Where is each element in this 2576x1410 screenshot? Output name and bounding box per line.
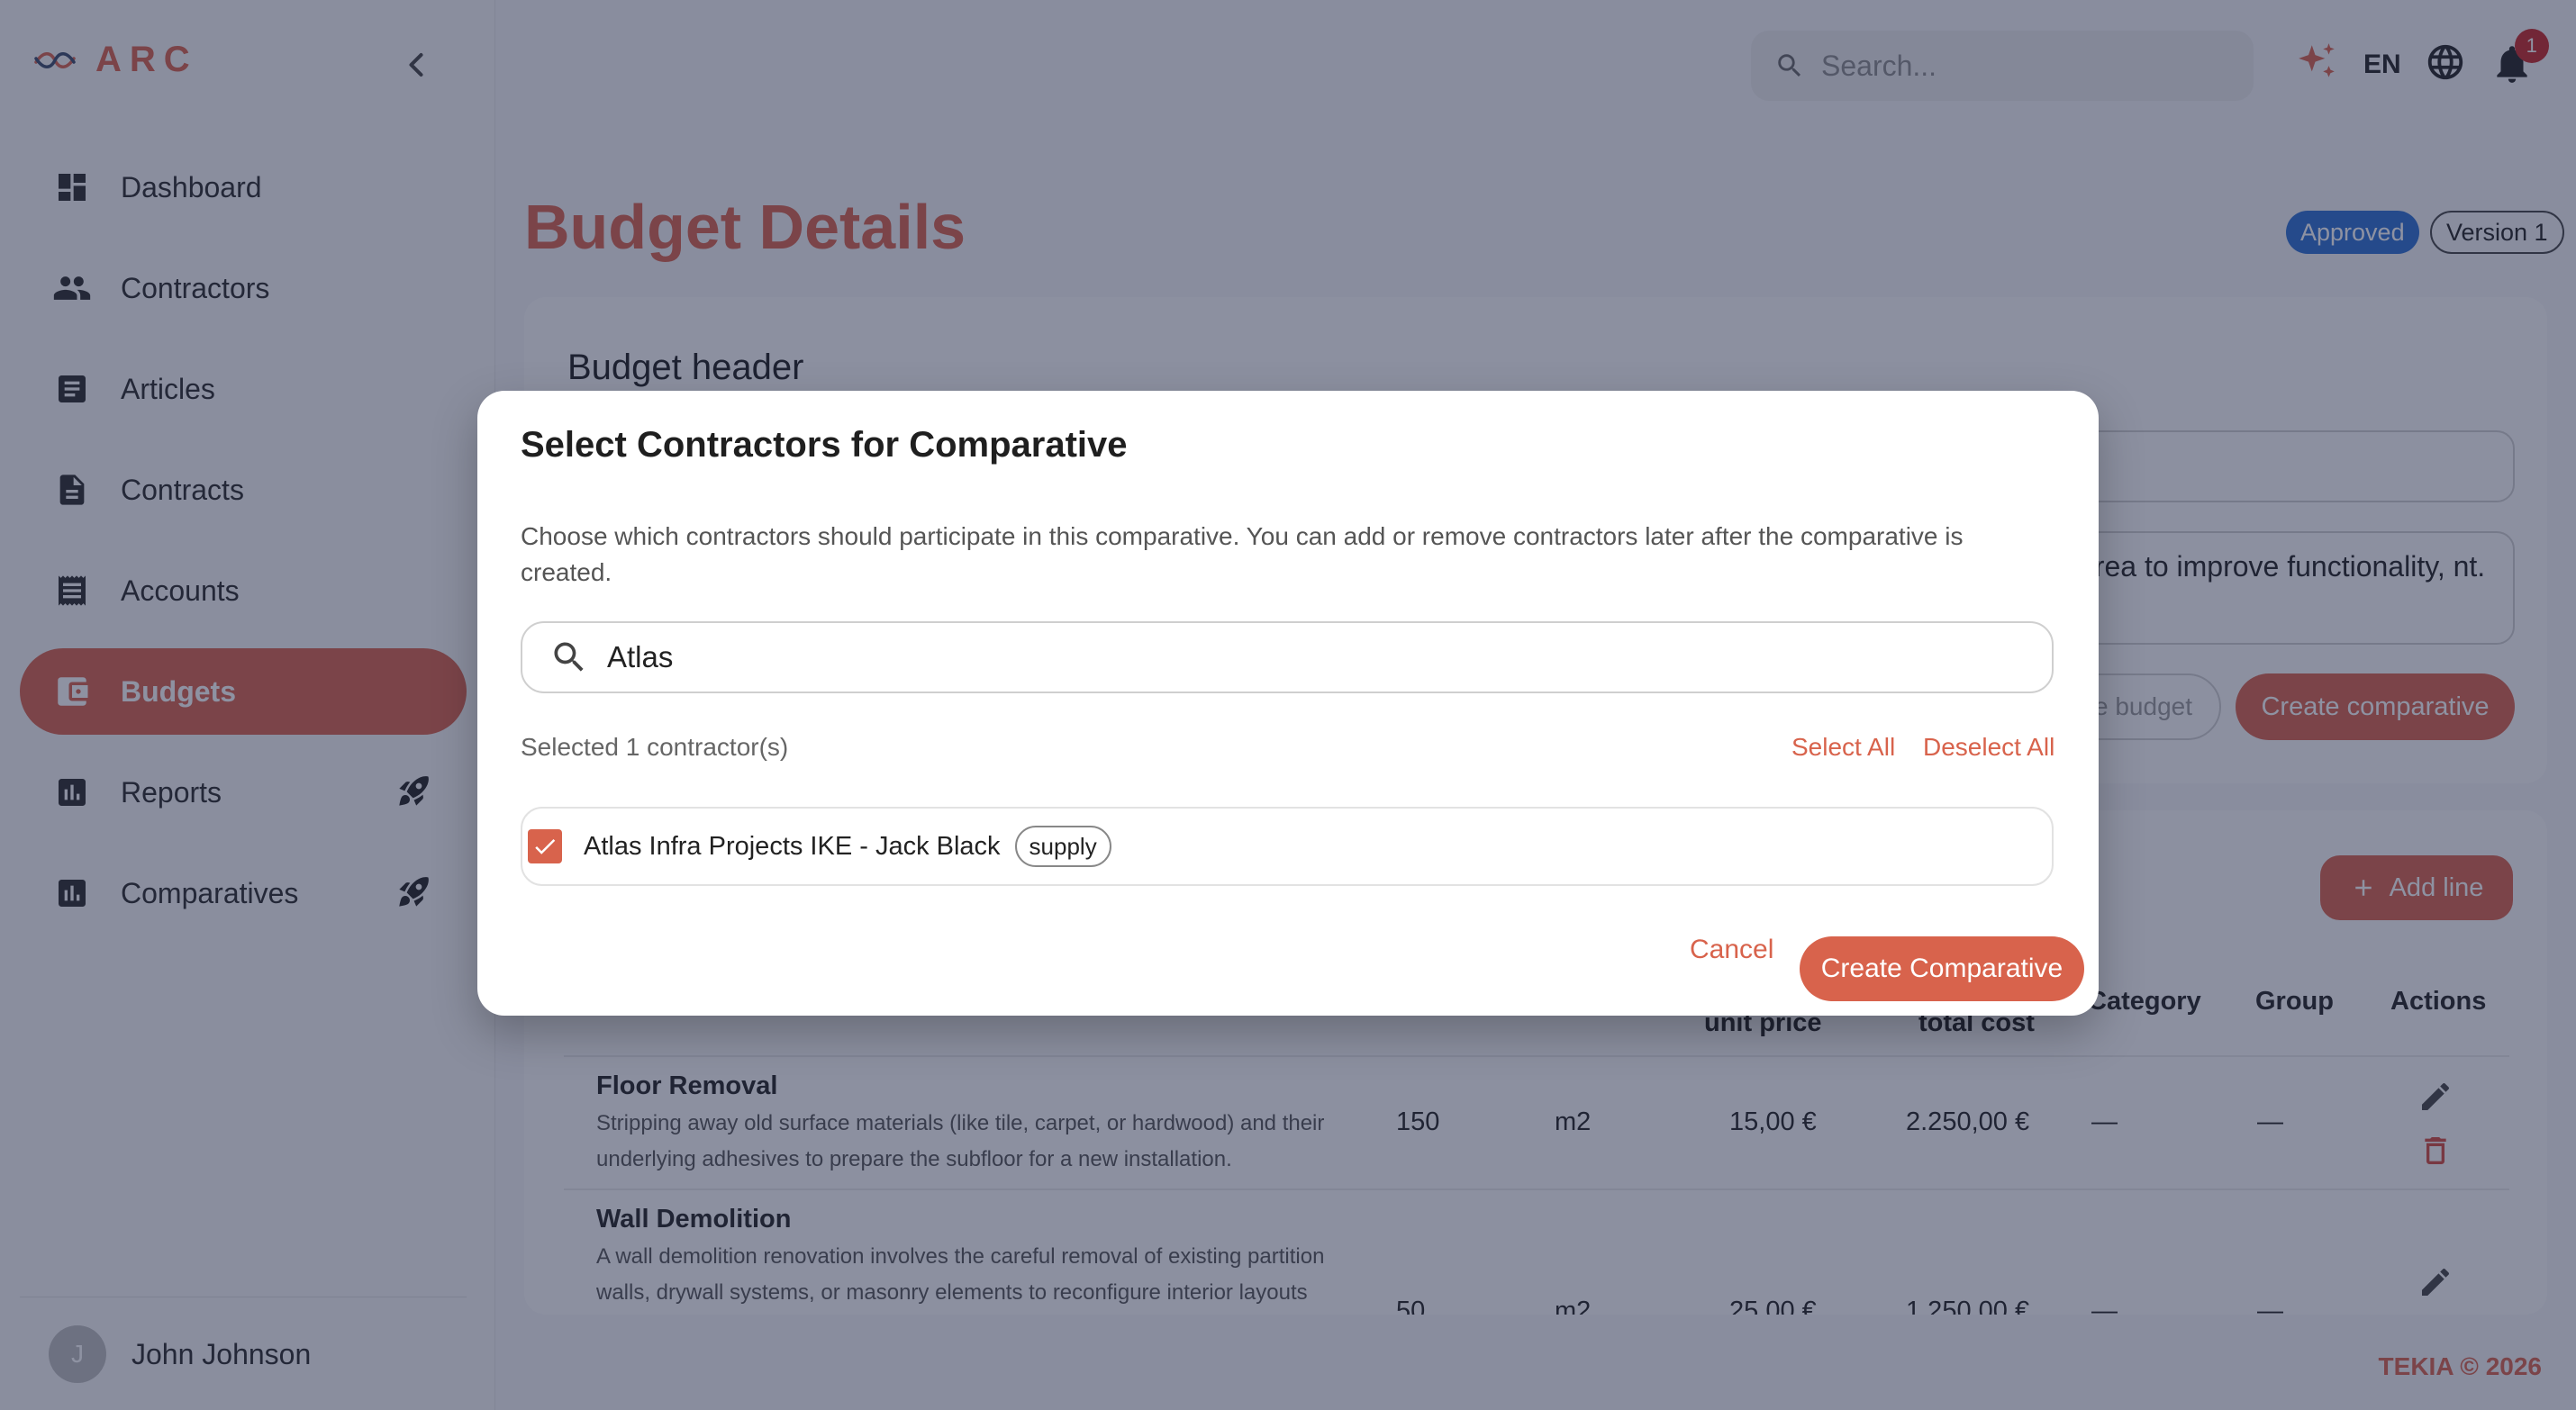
deselect-all-button[interactable]: Deselect All <box>1923 733 2054 762</box>
contractor-list-item[interactable]: Atlas Infra Projects IKE - Jack Black su… <box>521 807 2054 886</box>
dialog-description: Choose which contractors should particip… <box>521 522 1964 586</box>
dialog-title: Select Contractors for Comparative <box>521 425 1128 465</box>
selected-count: Selected 1 contractor(s) <box>521 733 789 761</box>
select-all-button[interactable]: Select All <box>1791 733 1895 762</box>
select-contractors-dialog: Select Contractors for Comparative Choos… <box>477 391 2099 1016</box>
contractor-checkbox[interactable] <box>528 829 562 863</box>
search-icon <box>554 642 584 672</box>
contractor-search-field[interactable] <box>521 621 2054 693</box>
contractor-search-input[interactable] <box>607 640 1958 674</box>
check-icon <box>535 838 556 854</box>
create-comparative-dialog-button[interactable]: Create Comparative <box>1800 936 2084 1001</box>
contractor-name: Atlas Infra Projects IKE - Jack Black <box>584 831 1001 861</box>
contractor-type-tag: supply <box>1014 826 1111 867</box>
cancel-button[interactable]: Cancel <box>1690 935 1773 965</box>
